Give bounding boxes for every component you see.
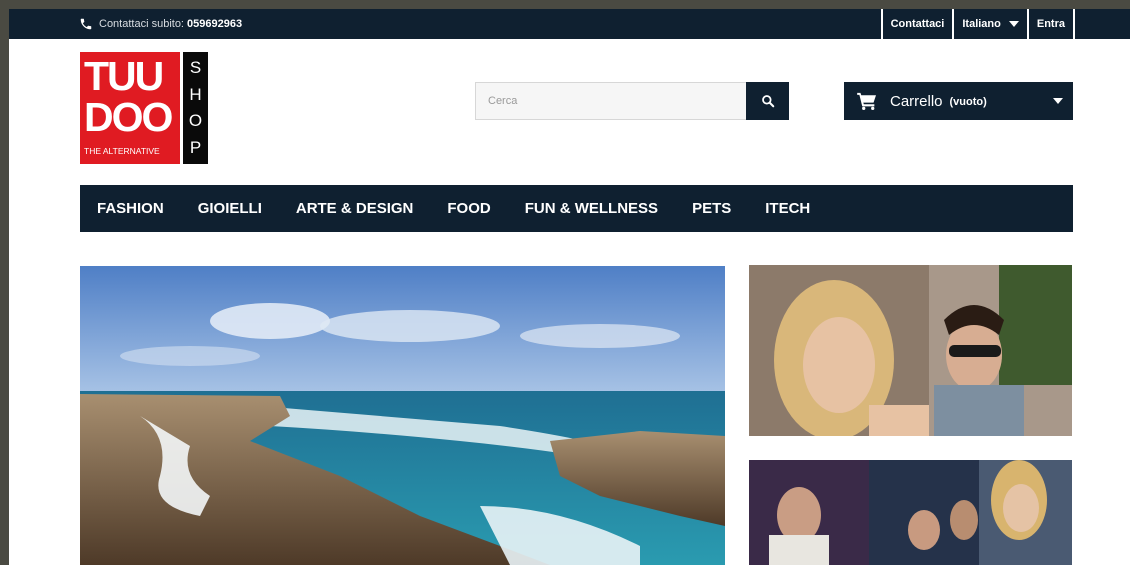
top-bar: Contattaci subito: 059692963 Contattaci … — [9, 9, 1130, 39]
search-icon — [761, 95, 774, 108]
contacts-link-label: Contattaci — [890, 18, 945, 30]
chevron-down-icon — [1008, 21, 1019, 27]
contact-label: Contattaci subito: — [99, 18, 184, 30]
cart-button[interactable]: Carrello (vuoto) — [844, 82, 1073, 120]
main-nav: FASHION GIOIELLI ARTE & DESIGN FOOD FUN … — [80, 185, 1073, 232]
nav-item-gioielli[interactable]: GIOIELLI — [181, 200, 279, 217]
nav-item-fun-wellness[interactable]: FUN & WELLNESS — [508, 200, 675, 217]
chevron-down-icon — [1053, 98, 1063, 104]
site-logo[interactable]: TUU DOO THE ALTERNATIVE S H O P — [80, 52, 208, 164]
search-button[interactable] — [746, 82, 789, 120]
logo-shop-letter: O — [188, 111, 203, 131]
logo-shop-letter: S — [189, 58, 202, 78]
hero-banner-image[interactable] — [80, 266, 725, 565]
logo-shop-letter: P — [189, 137, 202, 157]
login-link-label: Entra — [1036, 18, 1065, 30]
side-banner-image-2[interactable] — [749, 460, 1072, 565]
cart-icon — [857, 92, 877, 110]
page-frame: Contattaci subito: 059692963 Contattaci … — [9, 9, 1130, 565]
nav-item-itech[interactable]: ITECH — [748, 200, 827, 217]
nav-item-arte-design[interactable]: ARTE & DESIGN — [279, 200, 431, 217]
contacts-link[interactable]: Contattaci — [880, 9, 953, 39]
nav-item-fashion[interactable]: FASHION — [80, 200, 181, 217]
contact-info: Contattaci subito: 059692963 — [79, 9, 242, 39]
side-banner-image-1[interactable] — [749, 265, 1072, 436]
search-bar — [475, 82, 789, 120]
search-input[interactable] — [476, 83, 746, 119]
logo-red-block: TUU DOO THE ALTERNATIVE — [80, 52, 180, 164]
phone-icon — [80, 18, 92, 30]
cart-status: (vuoto) — [949, 96, 987, 108]
logo-line-1: TUU — [84, 53, 164, 99]
logo-line-2: DOO — [84, 94, 173, 140]
language-label: Italiano — [962, 18, 1001, 30]
logo-shop-letter: H — [189, 84, 202, 104]
top-links: Contattaci Italiano Entra — [880, 9, 1075, 39]
nav-item-food[interactable]: FOOD — [430, 200, 507, 217]
phone-number: 059692963 — [187, 18, 243, 30]
logo-shop-block: S H O P — [183, 52, 208, 164]
language-selector[interactable]: Italiano — [952, 9, 1027, 39]
logo-tagline: THE ALTERNATIVE — [84, 146, 160, 156]
cart-label: Carrello — [890, 92, 943, 110]
nav-item-pets[interactable]: PETS — [675, 200, 748, 217]
login-link[interactable]: Entra — [1026, 9, 1075, 39]
